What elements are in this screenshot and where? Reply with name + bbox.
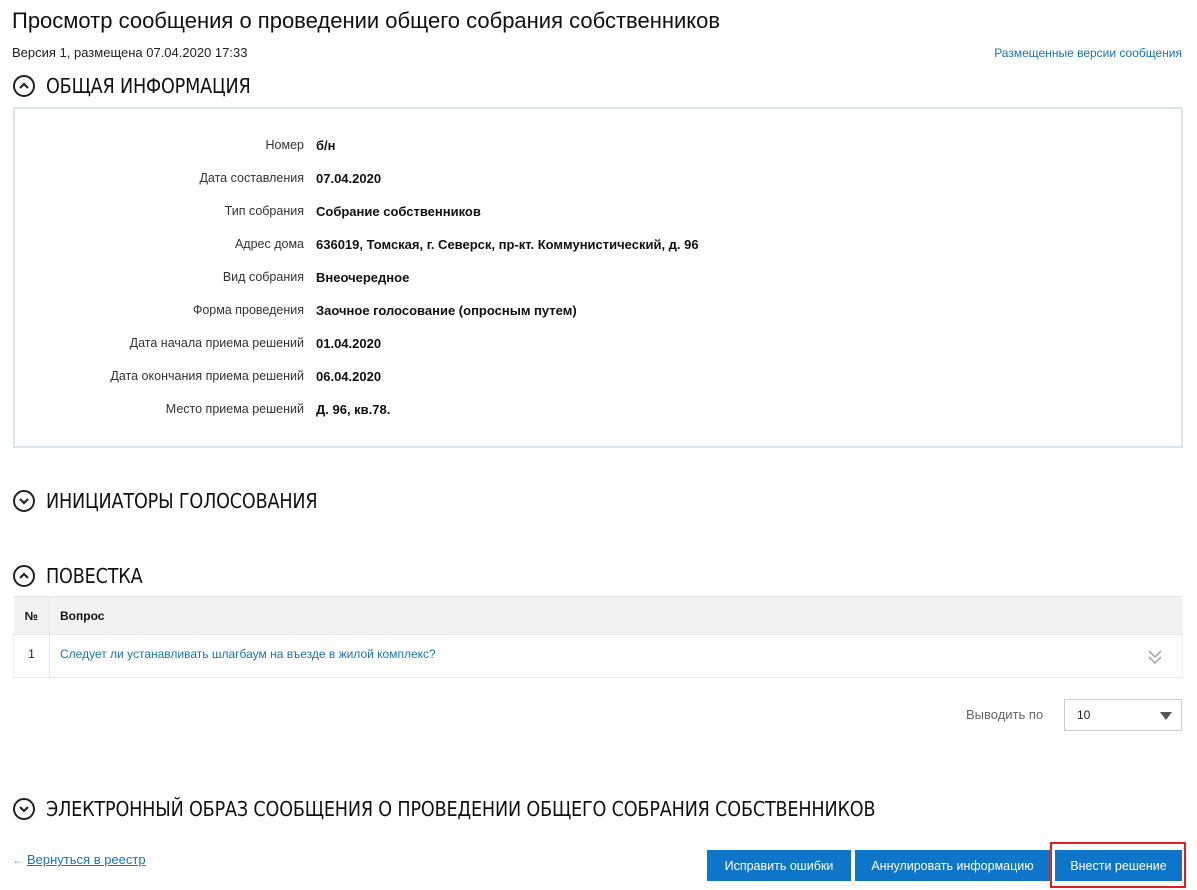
info-label: Дата составления	[199, 171, 304, 185]
info-value: б/н	[316, 137, 336, 153]
double-chevron-down-icon[interactable]	[1148, 649, 1162, 665]
info-value: Заочное голосование (опросным путем)	[316, 302, 577, 318]
column-header-question: Вопрос	[49, 596, 1183, 635]
collapse-up-icon[interactable]	[13, 75, 35, 97]
section-agenda-header[interactable]: ПОВЕСТКА	[13, 564, 156, 588]
info-value: 06.04.2020	[316, 368, 382, 384]
info-row: Дата окончания приема решений 06.04.2020	[15, 366, 1181, 386]
per-page-value: 10	[1077, 708, 1091, 722]
general-info-panel: Номер б/н Дата составления 07.04.2020 Тип со…	[13, 107, 1183, 448]
version-info: Версия 1, размещена 07.04.2020 17:33	[12, 45, 248, 60]
expand-down-icon[interactable]	[13, 798, 35, 820]
expand-down-icon[interactable]	[13, 490, 35, 512]
arrow-left-icon: ←	[12, 852, 24, 867]
back-to-registry-link[interactable]: ← Вернуться в реестр	[12, 852, 146, 867]
section-electronic-header[interactable]: ЭЛЕКТРОННЫЙ ОБРАЗ СООБЩЕНИЯ О ПРОВЕДЕНИИ…	[13, 797, 988, 821]
section-electronic-title: ЭЛЕКТРОННЫЙ ОБРАЗ СООБЩЕНИЯ О ПРОВЕДЕНИИ…	[46, 797, 876, 821]
section-general-header[interactable]: ОБЩАЯ ИНФОРМАЦИЯ	[13, 74, 278, 98]
fix-errors-button[interactable]: Исправить ошибки	[707, 850, 851, 881]
info-label: Место приема решений	[165, 402, 304, 416]
agenda-table-header: № Вопрос	[13, 596, 1183, 635]
info-row: Место приема решений Д. 96, кв.78.	[15, 399, 1181, 419]
back-link-text: Вернуться в реестр	[27, 852, 146, 867]
section-initiators-title: ИНИЦИАТОРЫ ГОЛОСОВАНИЯ	[46, 489, 318, 513]
section-initiators-header[interactable]: ИНИЦИАТОРЫ ГОЛОСОВАНИЯ	[13, 489, 354, 513]
table-row: 1 Следует ли устанавливать шлагбаум на в…	[13, 634, 1183, 678]
collapse-up-icon[interactable]	[13, 565, 35, 587]
info-value: Собрание собственников	[316, 203, 481, 219]
info-value: 07.04.2020	[316, 170, 382, 186]
info-label: Вид собрания	[222, 270, 304, 284]
info-row: Дата составления 07.04.2020	[15, 168, 1181, 188]
info-row: Адрес дома 636019, Томская, г. Северск, п…	[15, 234, 1181, 254]
caret-down-icon	[1160, 712, 1172, 720]
info-value: 01.04.2020	[316, 335, 382, 351]
per-page-label: Выводить по	[966, 707, 1044, 722]
info-label: Форма проведения	[192, 303, 304, 317]
info-row: Номер б/н	[15, 135, 1181, 155]
info-value: 636019, Томская, г. Северск, пр-кт. Комм…	[316, 236, 699, 252]
info-row: Тип собрания Собрание собственников	[15, 201, 1181, 221]
agenda-table: № Вопрос 1 Следует ли устанавливать шлаг…	[13, 596, 1183, 678]
info-row: Вид собрания Внеочередное	[15, 267, 1181, 287]
info-row: Форма проведения Заочное голосование (опр…	[15, 300, 1181, 320]
info-label: Дата окончания приема решений	[110, 369, 304, 383]
annul-info-button[interactable]: Аннулировать информацию	[855, 850, 1050, 881]
page-title: Просмотр сообщения о проведении общего с…	[12, 8, 721, 33]
info-label: Адрес дома	[234, 237, 304, 251]
info-label: Номер	[265, 138, 304, 152]
info-label: Тип собрания	[224, 204, 304, 218]
info-row: Дата начала приема решений 01.04.2020	[15, 333, 1181, 353]
agenda-row-question-cell: Следует ли устанавливать шлагбаум на въе…	[49, 634, 1183, 678]
highlight-frame	[1050, 842, 1186, 888]
agenda-row-number: 1	[13, 634, 50, 678]
info-value: Д. 96, кв.78.	[316, 401, 391, 417]
per-page-select[interactable]: 10	[1064, 699, 1182, 731]
column-header-number: №	[13, 596, 50, 635]
posted-versions-link[interactable]: Размещенные версии сообщения	[994, 46, 1182, 60]
info-label: Дата начала приема решений	[129, 336, 304, 350]
agenda-question-link[interactable]: Следует ли устанавливать шлагбаум на въе…	[60, 647, 436, 661]
info-value: Внеочередное	[316, 269, 410, 285]
section-agenda-title: ПОВЕСТКА	[46, 564, 143, 588]
section-general-title: ОБЩАЯ ИНФОРМАЦИЯ	[46, 74, 251, 98]
